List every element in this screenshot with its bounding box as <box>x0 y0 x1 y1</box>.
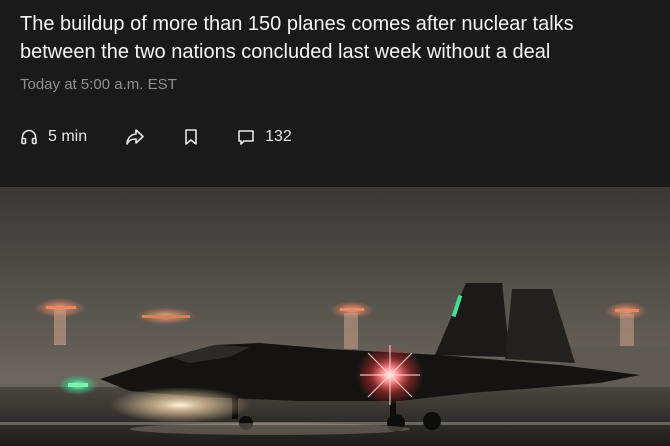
bookmark-button[interactable] <box>183 128 199 146</box>
listen-button[interactable]: 5 min <box>20 128 87 146</box>
article-photo-fighter-jet-night <box>0 187 670 446</box>
comments-count: 132 <box>265 128 292 145</box>
share-button[interactable] <box>125 128 145 146</box>
bookmark-icon <box>183 128 199 146</box>
article-subheadline: The buildup of more than 150 planes come… <box>20 13 574 63</box>
headphones-icon <box>20 128 38 146</box>
listen-duration-label: 5 min <box>48 128 88 145</box>
publish-timestamp: Today at 5:00 a.m. EST <box>20 76 177 93</box>
article-actions-bar: 5 min 132 <box>20 124 292 150</box>
comment-icon <box>237 128 255 146</box>
share-arrow-icon <box>125 128 145 146</box>
comments-button[interactable]: 132 <box>237 128 292 146</box>
